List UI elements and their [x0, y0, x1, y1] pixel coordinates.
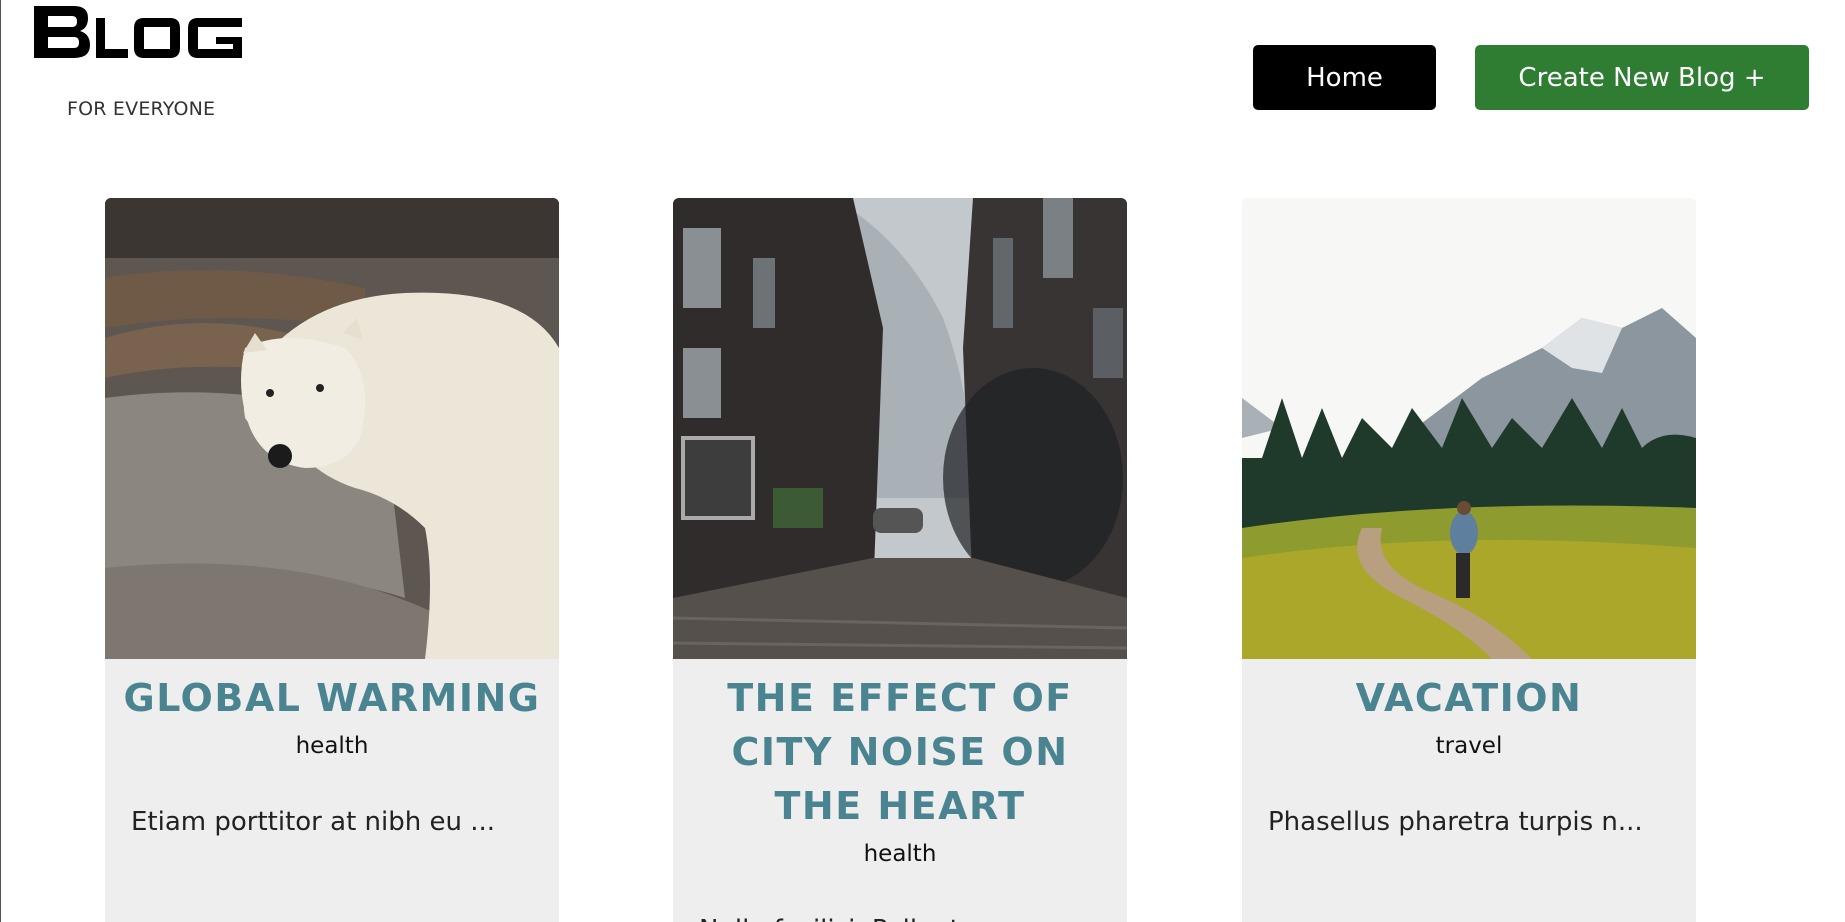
home-button[interactable]: Home: [1253, 45, 1436, 110]
post-image-mountain-hiker: [1242, 198, 1696, 659]
post-excerpt: Etiam porttitor at nibh eu ...: [131, 807, 496, 837]
tagline: FOR EVERYONE: [67, 98, 216, 120]
post-excerpt: Phasellus pharetra turpis n...: [1268, 807, 1643, 837]
post-category: travel: [1435, 733, 1503, 759]
blog-logo-image: [34, 6, 242, 58]
blog-card[interactable]: GLOBAL WARMING health Etiam porttitor at…: [105, 198, 559, 922]
post-title[interactable]: GLOBAL WARMING: [105, 659, 559, 725]
post-title[interactable]: THE EFFECT OF CITY NOISE ON THE HEART: [673, 659, 1127, 833]
blog-logo[interactable]: [34, 4, 249, 60]
create-new-blog-button[interactable]: Create New Blog +: [1475, 45, 1809, 110]
post-image-polar-bear: [105, 198, 559, 659]
post-category: health: [295, 733, 369, 759]
post-excerpt: Nulla facilisi. Pellentesqu...: [673, 867, 1127, 922]
post-title[interactable]: VACATION: [1242, 659, 1696, 725]
blog-card[interactable]: THE EFFECT OF CITY NOISE ON THE HEART he…: [673, 198, 1127, 922]
post-image-city-street: [673, 198, 1127, 659]
post-category: health: [863, 841, 937, 867]
blog-card[interactable]: VACATION travel Phasellus pharetra turpi…: [1242, 198, 1696, 922]
